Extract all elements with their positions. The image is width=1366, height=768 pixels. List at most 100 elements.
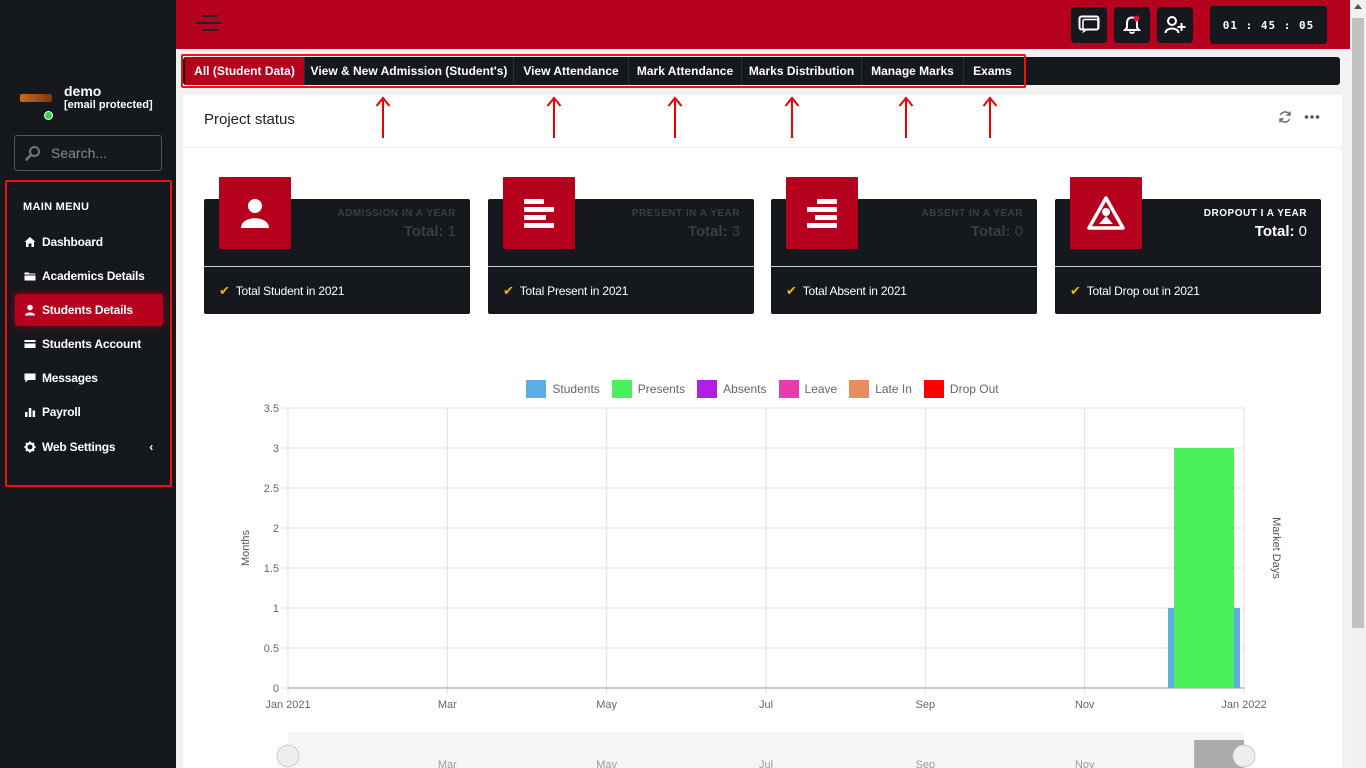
y-tick-label: 2.5	[264, 483, 279, 495]
more-options-icon[interactable]	[1304, 114, 1320, 120]
chat-icon	[24, 372, 36, 384]
search-input[interactable]	[51, 145, 151, 161]
y2-axis-title: Market Days	[1270, 517, 1282, 579]
sidebar-item-dashboard[interactable]: Dashboard	[15, 226, 163, 258]
bell-icon	[1122, 15, 1142, 34]
arrow-up-icon	[982, 96, 998, 138]
stat-badge	[503, 177, 575, 249]
stat-footer: ✔ Total Present in 2021	[503, 283, 628, 299]
y-tick-label: 1	[273, 603, 279, 615]
stat-total-value: 0	[1014, 223, 1023, 240]
arrow-up-icon	[667, 96, 683, 138]
search-icon	[25, 146, 40, 161]
divider	[1055, 266, 1321, 267]
x-tick-label: Nov	[1075, 699, 1095, 711]
arrow-up-icon	[546, 96, 562, 138]
stat-label: PRESENT IN A YEAR	[631, 208, 740, 219]
x-tick-label: Mar	[438, 699, 457, 711]
project-status-card: Project status ADMISSION IN A YEAR Total…	[183, 95, 1342, 768]
scrollbar[interactable]	[1350, 0, 1366, 768]
stat-badge	[786, 177, 858, 249]
stat-footer: ✔ Total Drop out in 2021	[1070, 283, 1200, 299]
chat-icon	[1078, 15, 1100, 34]
stat-total-label: Total:	[970, 223, 1011, 240]
stat-total-value: 3	[731, 223, 740, 240]
x-tick-label: Jul	[759, 699, 773, 711]
stat-footer-text: Total Present in 2021	[519, 284, 629, 298]
user-block: demo [email protected]	[20, 83, 153, 120]
stat-footer-text: Total Student in 2021	[235, 284, 345, 298]
stat-dropout: DROPOUT I A YEAR Total: 0 ✔ Total Drop ou…	[1055, 177, 1321, 314]
stat-total-value: 1	[447, 223, 456, 240]
sidebar-item-web-settings[interactable]: Web Settings ‹	[15, 431, 163, 463]
search-box	[14, 135, 162, 171]
sidebar-item-payroll[interactable]: Payroll	[15, 396, 163, 428]
stat-badge	[219, 177, 291, 249]
stat-total-label: Total:	[403, 223, 444, 240]
y-tick-label: 3.5	[264, 403, 279, 415]
logo	[20, 94, 52, 102]
user-icon	[24, 304, 36, 316]
stat-footer: ✔ Total Absent in 2021	[786, 283, 907, 299]
topbar: 01 : 45 : 05	[176, 0, 1350, 49]
card-title: Project status	[204, 111, 295, 128]
add-user-icon	[1164, 16, 1186, 34]
legend-label: Drop Out	[949, 382, 999, 396]
clock: 01 : 45 : 05	[1210, 6, 1327, 44]
user-name: demo	[64, 83, 102, 99]
y-axis-title: Months	[240, 529, 252, 566]
avatar[interactable]	[20, 91, 53, 120]
attendance-chart: 0 0.5 1 1.5 2 2.5 3 3.5 Jan 2021 Mar May Jul Sep Nov J…	[240, 403, 1282, 768]
sidebar-item-messages[interactable]: Messages	[15, 362, 163, 394]
stat-footer-text: Total Absent in 2021	[802, 284, 907, 298]
hamburger-menu-icon[interactable]	[196, 15, 224, 35]
legend-label: Presents	[637, 382, 686, 396]
navigator-handle-left[interactable]	[276, 744, 300, 768]
check-icon: ✔	[786, 283, 797, 298]
sidebar-item-students-account[interactable]: Students Account	[15, 328, 163, 360]
sidebar-item-students-details[interactable]: Students Details	[15, 294, 163, 326]
card-icon	[24, 338, 36, 350]
warning-icon	[1087, 196, 1125, 230]
navigator-handle-right[interactable]	[1232, 744, 1256, 768]
divider	[183, 147, 1342, 148]
sidebar-item-academics-details[interactable]: Academics Details	[15, 260, 163, 292]
scrollbar-thumb[interactable]	[1352, 18, 1364, 628]
user-email: [email protected]	[64, 99, 153, 111]
bar-chart-icon	[24, 406, 36, 418]
home-icon	[24, 236, 36, 248]
stat-total: Total: 0	[971, 223, 1023, 240]
online-status-dot	[44, 111, 53, 120]
stat-label: ABSENT IN A YEAR	[921, 208, 1023, 219]
y-tick-label: 0.5	[264, 643, 279, 655]
notifications-button[interactable]	[1114, 7, 1150, 43]
stat-present: PRESENT IN A YEAR Total: 3 ✔ Total Presen…	[488, 177, 754, 314]
folder-icon	[24, 270, 36, 282]
sidebar-item-label: Students Account	[42, 337, 142, 351]
stat-total-label: Total:	[687, 223, 728, 240]
check-icon: ✔	[219, 283, 230, 298]
stat-absent: ABSENT IN A YEAR Total: 0 ✔ Total Absent …	[771, 177, 1037, 314]
messages-button[interactable]	[1071, 7, 1107, 43]
stat-admission: ADMISSION IN A YEAR Total: 1 ✔ Total Stud…	[204, 177, 470, 314]
sidebar-item-label: Web Settings	[42, 440, 116, 454]
menu-heading: MAIN MENU	[23, 201, 90, 213]
chevron-left-icon: ‹	[149, 440, 153, 454]
sidebar-item-label: Academics Details	[42, 269, 145, 283]
navigator-tick-label: May	[596, 759, 617, 768]
refresh-icon[interactable]	[1278, 110, 1292, 124]
bar-presents	[1174, 448, 1234, 688]
sidebar: demo [email protected] MAIN MENU Dashboa…	[0, 0, 176, 768]
scroll-up-icon[interactable]	[1354, 4, 1362, 9]
align-left-icon	[524, 199, 554, 228]
divider	[204, 266, 470, 267]
x-tick-label: Sep	[916, 699, 936, 711]
add-user-button[interactable]	[1157, 7, 1193, 43]
navigator-tick-label: Mar	[438, 759, 457, 768]
stat-total: Total: 0	[1255, 223, 1307, 240]
legend-label: Absents	[723, 382, 767, 396]
stat-label: DROPOUT I A YEAR	[1203, 208, 1307, 219]
check-icon: ✔	[1070, 283, 1081, 298]
stat-total: Total: 3	[688, 223, 740, 240]
align-right-icon	[807, 199, 837, 228]
